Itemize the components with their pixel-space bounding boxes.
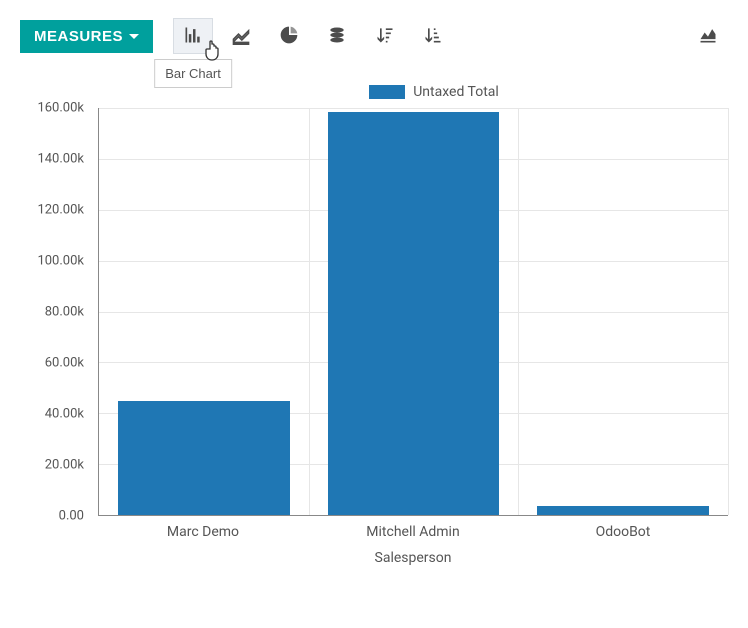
y-tick: 100.00k [37, 254, 84, 269]
y-tick: 0.00 [59, 509, 84, 524]
bar-marc-demo[interactable] [118, 401, 290, 515]
sort-asc-button[interactable] [413, 18, 453, 54]
x-label: Marc Demo [167, 524, 239, 540]
stacked-icon [327, 25, 347, 48]
toolbar: MEASURES Bar Chart [0, 0, 748, 66]
chevron-down-icon [129, 34, 139, 39]
sort-desc-icon [375, 25, 395, 48]
y-tick: 80.00k [45, 305, 84, 320]
legend-swatch [369, 85, 405, 99]
x-axis-title: Salesperson [98, 550, 728, 566]
bar-odoobot[interactable] [537, 506, 709, 515]
line-chart-button[interactable] [221, 18, 261, 54]
measures-label: MEASURES [34, 28, 123, 45]
measures-button[interactable]: MEASURES [20, 20, 153, 53]
legend-label: Untaxed Total [413, 84, 499, 100]
plot-area [98, 108, 728, 516]
y-tick: 20.00k [45, 458, 84, 473]
bar-chart-icon [183, 25, 203, 48]
x-label: OdooBot [596, 524, 651, 540]
line-chart-icon [231, 25, 251, 48]
sort-desc-button[interactable] [365, 18, 405, 54]
x-label: Mitchell Admin [366, 524, 459, 540]
sort-asc-icon [423, 25, 443, 48]
area-chart-icon [698, 25, 718, 48]
chart: 0.00 20.00k 40.00k 60.00k 80.00k 100.00k… [20, 108, 728, 568]
area-chart-button[interactable] [688, 18, 728, 54]
pie-chart-icon [279, 25, 299, 48]
y-tick: 40.00k [45, 407, 84, 422]
y-tick: 120.00k [37, 203, 84, 218]
tooltip-bar-chart: Bar Chart [154, 59, 232, 88]
stacked-button[interactable] [317, 18, 357, 54]
y-axis: 0.00 20.00k 40.00k 60.00k 80.00k 100.00k… [20, 108, 92, 516]
y-tick: 160.00k [37, 101, 84, 116]
y-tick: 60.00k [45, 356, 84, 371]
bar-chart-button[interactable]: Bar Chart [173, 18, 213, 54]
y-tick: 140.00k [37, 152, 84, 167]
bar-mitchell-admin[interactable] [328, 112, 500, 515]
x-axis: Marc Demo Mitchell Admin OdooBot [98, 524, 728, 544]
pie-chart-button[interactable] [269, 18, 309, 54]
